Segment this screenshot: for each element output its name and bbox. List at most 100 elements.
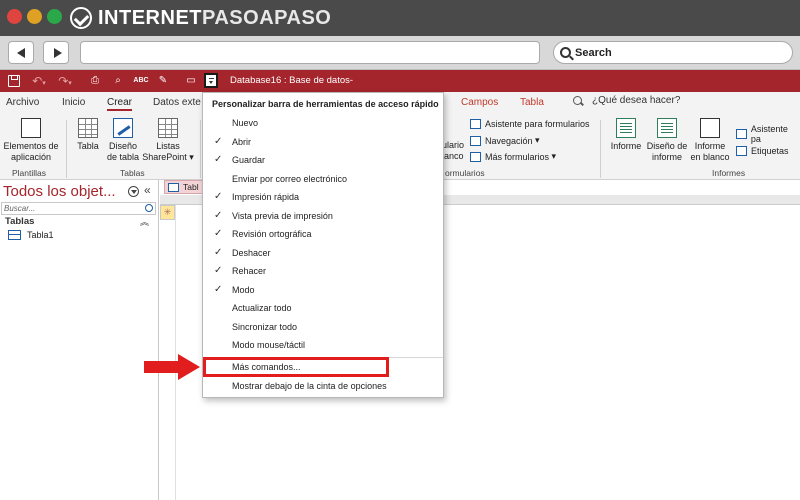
minimize-window-button[interactable] [27,9,42,24]
tab-campos[interactable]: Campos [461,97,498,108]
navigation-button[interactable]: Navegación ▾ [470,135,540,146]
report-label: Informe [610,141,642,151]
close-window-button[interactable] [7,9,22,24]
menu-item-mode[interactable]: ✓ Modo [203,281,443,300]
tab-archivo[interactable]: Archivo [6,97,39,108]
report-design-label-2: informe [651,152,682,162]
app-parts-label-2: aplicación [10,152,52,162]
ribbon-separator [200,120,201,178]
app-parts-button[interactable]: Elementos de aplicación [2,118,60,163]
report-design-icon [657,118,677,138]
menu-item-guardar[interactable]: ✓ Guardar [203,151,443,170]
chevron-down-icon[interactable] [128,186,139,197]
mode-icon[interactable]: ✎ [156,74,170,88]
blank-report-button[interactable]: Informe en blanco [688,118,732,163]
redo-icon[interactable]: ↷▾ [58,74,72,88]
menu-item-spelling[interactable]: ✓ Revisión ortográfica [203,225,443,244]
nav-item-tabla1[interactable]: Tabla1 [8,230,54,240]
window-title: Database16 : Base de datos- [230,75,354,86]
collapse-pane-icon[interactable]: « [144,183,151,197]
group-informes: Informes [712,168,746,178]
menu-item-label: Impresión rápida [232,192,300,202]
browser-titlebar: INTERNET PASOAPASO [0,0,800,36]
check-icon: ✓ [214,135,223,147]
group-tablas: Tablas [120,168,145,178]
brand-part1: INTERNET [98,6,202,29]
tell-me-box[interactable]: ¿Qué desea hacer? [573,95,680,106]
print-icon[interactable]: ⎙ [88,74,102,88]
chevron-up-icon[interactable]: ︽ [140,215,149,228]
navigation-pane: Todos los objet... « Buscar... Tablas ︽ … [0,180,159,500]
forward-button[interactable] [43,41,69,64]
nav-search-input[interactable]: Buscar... [1,202,156,215]
table-button[interactable]: Tabla [74,118,102,152]
menu-item-label: Modo mouse/táctil [232,340,306,350]
menu-item-quick-print[interactable]: ✓ Impresión rápida [203,188,443,207]
sharepoint-label-2: SharePoint ▾ [142,152,194,162]
spelling-icon[interactable]: ABC [133,74,149,88]
menu-item-label: Modo [232,284,255,295]
undo-icon[interactable]: ↶▾ [32,74,46,88]
app-parts-icon [21,118,41,138]
menu-item-abrir[interactable]: ✓ Abrir [203,133,443,152]
search-icon [145,204,153,212]
new-record-icon[interactable]: ✳ [160,205,175,220]
table-label: Tabla [77,141,99,151]
app-parts-label-1: Elementos de [3,141,59,151]
tab-inicio[interactable]: Inicio [62,97,85,108]
menu-item-sync-all[interactable]: Sincronizar todo [203,318,443,337]
menu-item-refresh-all[interactable]: Actualizar todo [203,299,443,318]
labels-button[interactable]: Etiquetas [736,146,789,156]
report-button[interactable]: Informe [606,118,646,152]
open-folder-icon[interactable]: ▭ [184,74,198,88]
menu-item-show-below-ribbon[interactable]: Mostrar debajo de la cinta de opciones [203,377,443,396]
more-commands-highlight [203,357,389,377]
back-button[interactable] [8,41,34,64]
sharepoint-lists-button[interactable]: Listas SharePoint ▾ [140,118,196,163]
menu-item-touch-mode[interactable]: Modo mouse/táctil [203,336,443,355]
nav-group-header[interactable]: Tablas [5,216,34,227]
save-icon[interactable] [8,75,20,87]
check-icon: ✓ [214,209,223,221]
sharepoint-list-icon [158,118,178,138]
blank-report-label-2: en blanco [690,152,730,162]
brand-part2: PASOAPASO [202,6,332,29]
menu-item-label: Actualizar todo [232,303,292,313]
table-design-button[interactable]: Diseño de tabla [104,118,142,163]
search-icon [560,47,571,58]
more-forms-icon [470,151,481,162]
customize-qat-menu: Personalizar barra de herramientas de ac… [202,92,444,398]
report-wizard-button[interactable]: Asistente pa [736,124,800,144]
nav-search-placeholder: Buscar... [4,204,36,213]
report-wizard-icon [736,129,747,139]
document-tab[interactable]: Tabl [164,180,204,194]
menu-item-nuevo[interactable]: Nuevo [203,114,443,133]
check-icon: ✓ [214,246,223,258]
form-wizard-button[interactable]: Asistente para formularios [470,119,590,129]
customize-qat-button[interactable] [204,73,218,88]
nav-item-label: Tabla1 [27,230,54,240]
tab-crear[interactable]: Crear [107,97,133,111]
browser-search-field[interactable]: Search [553,41,793,64]
quick-access-toolbar: ↶▾ ↷▾ ⎙ ⌕ ABC ✎ ▭ Database16 : Base de d… [0,70,800,92]
menu-item-email[interactable]: Enviar por correo electrónico [203,170,443,189]
nav-pane-title[interactable]: Todos los objet... [3,183,116,200]
menu-item-print-preview[interactable]: ✓ Vista previa de impresión [203,207,443,226]
table-design-label-2: de tabla [106,152,140,162]
sharepoint-label-1: Listas [156,141,180,151]
report-design-button[interactable]: Diseño de informe [644,118,690,163]
more-forms-button[interactable]: Más formularios ▾ [470,151,556,162]
menu-item-redo[interactable]: ✓ Rehacer [203,262,443,281]
navigation-icon [470,135,481,146]
check-icon: ✓ [214,191,223,202]
tab-datos-externos[interactable]: Datos exte [153,97,201,108]
address-bar[interactable] [80,41,540,64]
menu-item-label: Vista previa de impresión [232,210,333,221]
zoom-window-button[interactable] [47,9,62,24]
ribbon-separator [66,120,67,178]
menu-item-label: Enviar por correo electrónico [232,173,348,184]
menu-item-undo[interactable]: ✓ Deshacer [203,244,443,263]
tab-tabla[interactable]: Tabla [520,97,544,108]
print-preview-icon[interactable]: ⌕ [111,74,125,88]
blank-form-button[interactable]: ulario lanco [442,140,466,162]
